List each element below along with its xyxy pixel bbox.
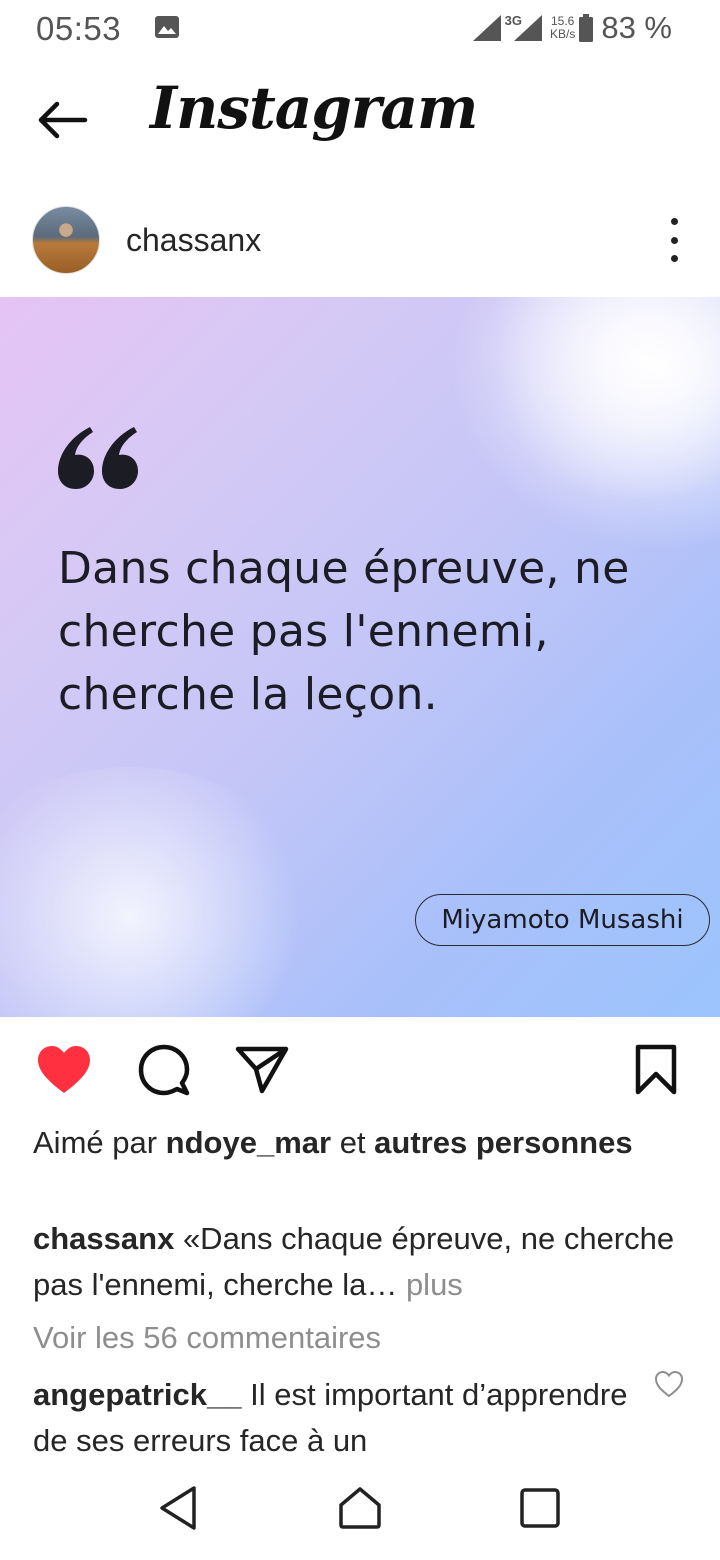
post-username[interactable]: chassanx [126,222,261,259]
nav-home-button[interactable] [332,1480,388,1536]
more-dot [670,255,678,262]
quote-text: Dans chaque épreuve, ne cherche pas l'en… [58,537,678,726]
quote-author: Miyamoto Musashi [415,894,710,946]
post-image[interactable]: Dans chaque épreuve, ne cherche pas l'en… [0,297,720,1017]
quote-line: Dans chaque épreuve, ne [58,543,630,594]
network-type: 3G [504,12,522,28]
status-time: 05:53 [36,10,122,47]
image-icon [155,16,179,38]
view-comments-link[interactable]: Voir les 56 commentaires [33,1320,381,1356]
likes-others[interactable]: autres personnes [374,1125,632,1160]
arrow-left-icon [38,101,88,139]
back-button[interactable] [30,90,94,150]
save-button[interactable] [626,1040,686,1100]
likes-user[interactable]: ndoye_mar [166,1125,331,1160]
likes-summary[interactable]: Aimé par ndoye_mar et autres personnes [33,1122,693,1164]
image-glow [480,297,720,497]
battery-icon [579,14,594,42]
app-header: Instagram [0,60,720,180]
status-right: 3G 15.6 KB/s 83 % [471,8,672,48]
nav-back-icon [160,1486,196,1530]
quote-mark-icon [58,427,138,489]
likes-middle: et [331,1125,375,1160]
nav-home-icon [339,1487,381,1529]
comment-like-icon[interactable] [654,1370,684,1398]
likes-prefix: Aimé par [33,1125,166,1160]
quote-line: cherche pas l'ennemi, [58,606,549,657]
heart-filled-icon [38,1046,90,1093]
signal-icon [472,15,501,41]
paper-plane-icon [235,1046,289,1094]
image-glow [0,767,320,1017]
comment-button[interactable] [134,1040,194,1100]
battery-level: 83 % [601,10,672,45]
more-options-button[interactable] [662,218,686,262]
network-speed: 15.6 KB/s [550,15,575,41]
like-button[interactable] [34,1040,94,1100]
post-actions [0,1030,720,1110]
post-header: chassanx [0,200,720,280]
avatar[interactable] [32,206,100,274]
more-dot [670,218,678,225]
caption-more-link[interactable]: plus [397,1267,463,1302]
status-bar: 05:53 3G 15.6 KB/s 83 % [0,0,720,56]
caption-username[interactable]: chassanx [33,1221,174,1256]
bookmark-icon [635,1044,677,1095]
share-button[interactable] [232,1040,292,1100]
speed-unit: KB/s [549,27,576,41]
quote-line: cherche la leçon. [58,669,438,720]
comment-username[interactable]: angepatrick__ [33,1377,242,1412]
system-nav-bar [0,1456,720,1560]
comment-icon [138,1044,190,1096]
more-dot [670,236,678,244]
post-caption: chassanx «Dans chaque épreuve, ne cherch… [33,1216,693,1308]
app-logo: Instagram [150,74,478,142]
nav-back-button[interactable] [150,1480,206,1536]
comment-preview: angepatrick__ Il est important d’apprend… [33,1372,633,1456]
nav-recent-icon [520,1488,560,1528]
nav-recent-button[interactable] [512,1480,568,1536]
